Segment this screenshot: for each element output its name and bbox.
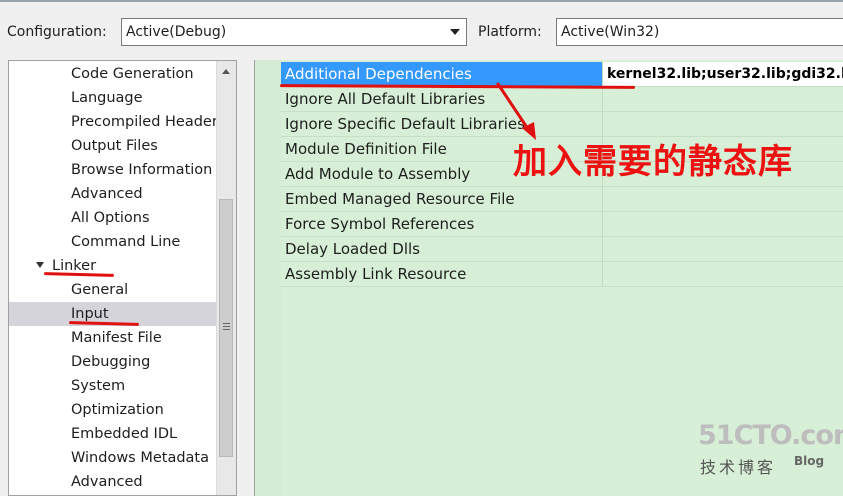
tree-item-label: Output Files xyxy=(71,138,158,154)
tree-item-label: Command Line xyxy=(71,234,181,250)
configuration-toolbar: Configuration: Active(Debug) Platform: A… xyxy=(0,0,843,56)
tree-item-precompiled-headers[interactable]: Precompiled Headers xyxy=(9,110,217,134)
tree-item-label: Advanced xyxy=(71,186,143,202)
tree-item-label: Advanced xyxy=(71,474,143,490)
property-name: Ignore Specific Default Libraries xyxy=(281,112,603,136)
annotation-text: 加入需要的静态库 xyxy=(513,142,793,182)
grip-line xyxy=(223,326,230,327)
watermark-blog-text: Blog xyxy=(794,454,825,468)
property-value-field[interactable] xyxy=(607,212,843,236)
tree-item-all-options[interactable]: All Options xyxy=(9,206,217,230)
property-name: Embed Managed Resource File xyxy=(281,187,603,211)
tree-item-advanced-linker[interactable]: Advanced xyxy=(9,470,217,494)
tree-item-label: Browse Information xyxy=(71,162,213,178)
platform-label: Platform: xyxy=(478,24,542,40)
property-grid-margin xyxy=(255,60,281,496)
tree-item-label: All Options xyxy=(71,210,150,226)
grip-line xyxy=(223,329,230,330)
configuration-dropdown[interactable]: Active(Debug) xyxy=(121,18,467,46)
property-row-ignore-all-default-libraries[interactable]: Ignore All Default Libraries xyxy=(281,87,843,112)
property-name: Delay Loaded Dlls xyxy=(281,237,603,261)
property-row-additional-dependencies[interactable]: Additional Dependencies kernel32.lib;use… xyxy=(281,62,843,87)
property-row-embed-managed-resource-file[interactable]: Embed Managed Resource File xyxy=(281,187,843,212)
property-value-field[interactable] xyxy=(607,112,843,136)
property-row-delay-loaded-dlls[interactable]: Delay Loaded Dlls xyxy=(281,237,843,262)
property-value-field[interactable] xyxy=(607,87,843,111)
tree-item-output-files[interactable]: Output Files xyxy=(9,134,217,158)
tree-item-advanced[interactable]: Advanced xyxy=(9,182,217,206)
expanded-triangle-icon[interactable] xyxy=(36,262,44,268)
tree-item-browse-information[interactable]: Browse Information xyxy=(9,158,217,182)
chevron-down-icon xyxy=(450,29,460,35)
scrollbar-thumb[interactable] xyxy=(219,199,233,457)
property-value-field[interactable] xyxy=(607,187,843,211)
configuration-value: Active(Debug) xyxy=(126,24,227,40)
tree-item-embedded-idl[interactable]: Embedded IDL xyxy=(9,422,217,446)
tree-item-label: Debugging xyxy=(71,354,151,370)
property-category-tree: Code Generation Language Precompiled Hea… xyxy=(8,60,237,496)
platform-value: Active(Win32) xyxy=(561,24,660,40)
site-watermark-logo: 51CTO.com 技术博客 Blog xyxy=(690,420,843,480)
tree-item-code-generation[interactable]: Code Generation xyxy=(9,62,217,86)
property-name: Force Symbol References xyxy=(281,212,603,236)
property-name: Ignore All Default Libraries xyxy=(281,87,603,111)
tree-item-label: Language xyxy=(71,90,143,106)
window-top-border xyxy=(0,0,843,2)
property-row-force-symbol-references[interactable]: Force Symbol References xyxy=(281,212,843,237)
property-value-field[interactable]: kernel32.lib;user32.lib;gdi32.lib; xyxy=(607,62,843,86)
tree-item-manifest-file[interactable]: Manifest File xyxy=(9,326,217,350)
tree-item-label: Code Generation xyxy=(71,66,194,82)
tree-item-label: General xyxy=(71,282,129,298)
configuration-label: Configuration: xyxy=(7,24,107,40)
watermark-main-text: 51CTO.com xyxy=(698,420,843,451)
property-row-assembly-link-resource[interactable]: Assembly Link Resource xyxy=(281,262,843,287)
tree-item-label: Optimization xyxy=(71,402,164,418)
property-name: Additional Dependencies xyxy=(281,62,603,86)
tree-item-label: Manifest File xyxy=(71,330,162,346)
grip-line xyxy=(223,323,230,324)
property-value-field[interactable] xyxy=(607,237,843,261)
scroll-up-arrow-icon[interactable] xyxy=(222,69,230,74)
tree-item-language[interactable]: Language xyxy=(9,86,217,110)
tree-item-label: System xyxy=(71,378,126,394)
tree-item-general[interactable]: General xyxy=(9,278,217,302)
tree-item-label: Precompiled Headers xyxy=(71,114,217,130)
tree-item-label: Embedded IDL xyxy=(71,426,178,442)
watermark-sub-text: 技术博客 xyxy=(700,458,777,477)
tree-item-windows-metadata[interactable]: Windows Metadata xyxy=(9,446,217,470)
property-name: Assembly Link Resource xyxy=(281,262,603,286)
tree-item-label: Windows Metadata xyxy=(71,450,209,466)
tree-item-command-line[interactable]: Command Line xyxy=(9,230,217,254)
platform-dropdown[interactable]: Active(Win32) xyxy=(556,18,843,46)
tree-item-system[interactable]: System xyxy=(9,374,217,398)
tree-scrollbar[interactable] xyxy=(216,61,236,495)
property-value-field[interactable] xyxy=(607,262,843,286)
tree-item-optimization[interactable]: Optimization xyxy=(9,398,217,422)
tree-item-debugging[interactable]: Debugging xyxy=(9,350,217,374)
